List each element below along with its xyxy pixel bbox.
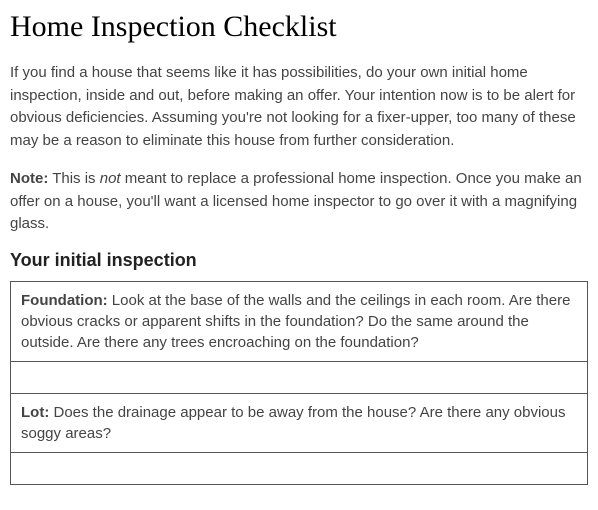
item-label: Foundation: (21, 292, 108, 309)
checklist-item: Lot: Does the drainage appear to be away… (11, 393, 588, 452)
note-paragraph: Note: This is not meant to replace a pro… (10, 168, 588, 236)
note-prefix: This is (48, 170, 99, 187)
intro-paragraph: If you find a house that seems like it h… (10, 62, 588, 152)
note-italic: not (100, 170, 121, 187)
item-label: Lot: (21, 404, 49, 421)
checklist-table: Foundation: Look at the base of the wall… (10, 281, 588, 485)
table-row (11, 361, 588, 393)
checklist-blank (11, 452, 588, 484)
table-row (11, 452, 588, 484)
page-title: Home Inspection Checklist (10, 10, 588, 44)
checklist-item: Foundation: Look at the base of the wall… (11, 281, 588, 361)
checklist-blank (11, 361, 588, 393)
note-label: Note: (10, 170, 48, 187)
table-row: Foundation: Look at the base of the wall… (11, 281, 588, 361)
section-heading: Your initial inspection (10, 250, 588, 271)
table-row: Lot: Does the drainage appear to be away… (11, 393, 588, 452)
item-text: Does the drainage appear to be away from… (21, 404, 566, 442)
